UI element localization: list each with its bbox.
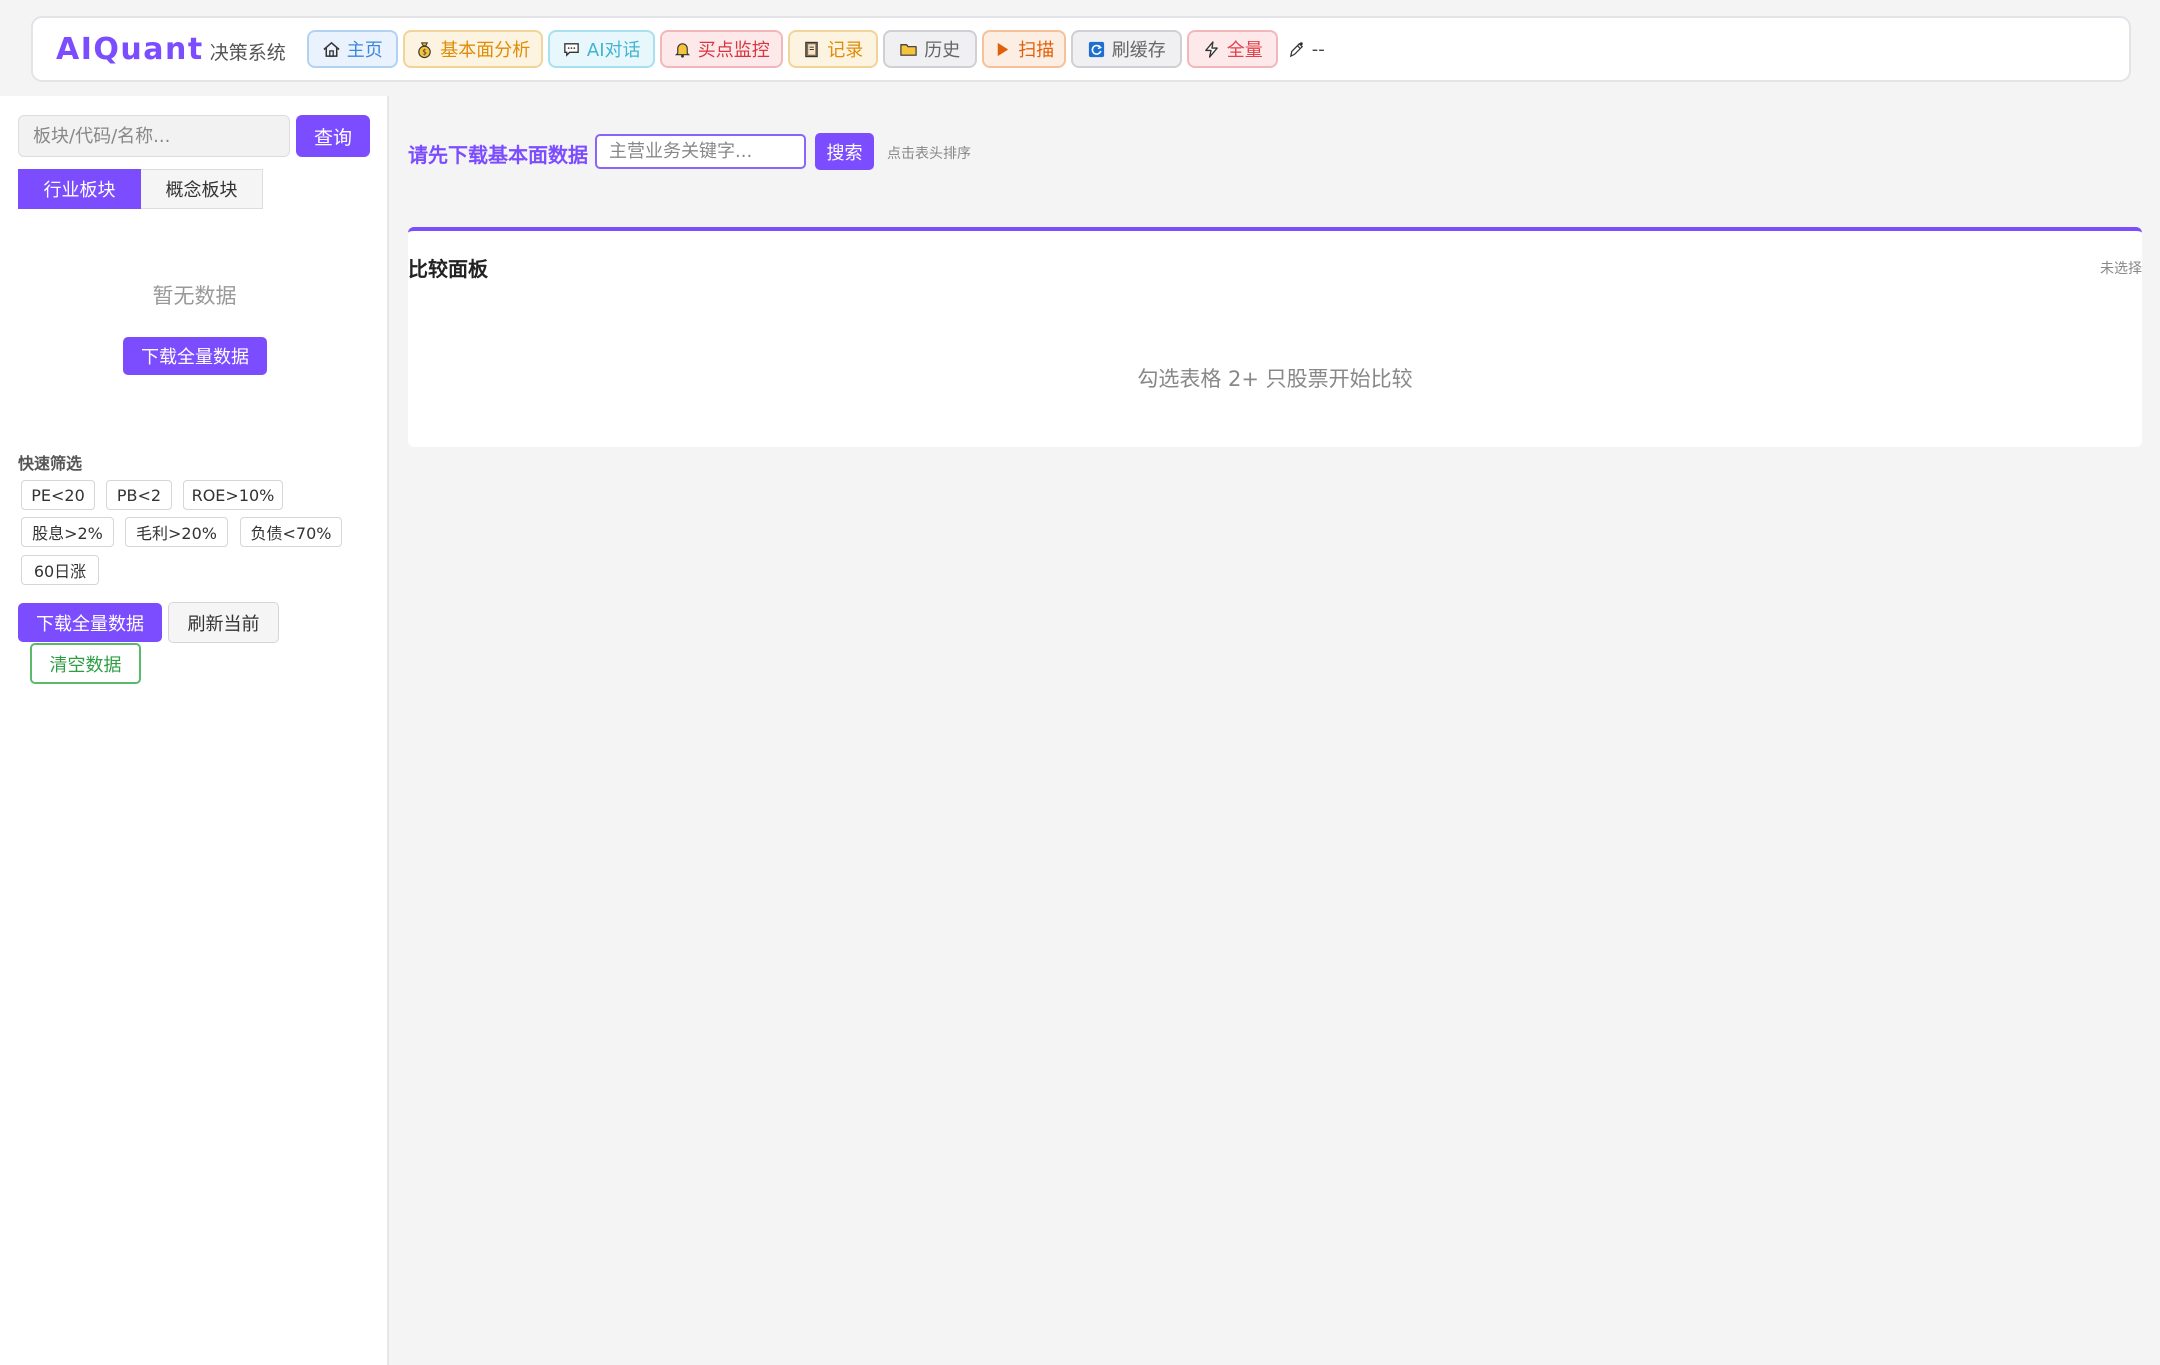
brand-subtitle: 决策系统 <box>209 41 286 64</box>
sector-tabs: 行业板块 概念板块 <box>18 169 263 209</box>
play-icon <box>997 42 1009 56</box>
folder-icon <box>900 43 917 56</box>
page-title: 请先下载基本面数据 <box>408 143 588 167</box>
nav-scan-button[interactable]: 扫描 <box>981 30 1066 68</box>
nav-fundamental-label: 基本面分析 <box>440 40 531 61</box>
lightning-icon <box>1204 40 1218 58</box>
money-bag-icon: $ <box>418 41 431 58</box>
nav-history-button[interactable]: 历史 <box>882 30 977 68</box>
filter-chip-debt[interactable]: 负债<70% <box>240 517 342 547</box>
nav-full-label: 全量 <box>1226 40 1263 61</box>
sector-search-input[interactable] <box>18 115 290 157</box>
brand: AIQuant 决策系统 <box>56 32 286 67</box>
refresh-icon <box>1088 41 1104 57</box>
compare-panel: 比较面板 未选择 勾选表格 2+ 只股票开始比较 <box>408 227 2142 447</box>
nav-ai-chat-button[interactable]: AI对话 <box>547 30 655 68</box>
tab-concept-sector[interactable]: 概念板块 <box>141 169 263 209</box>
status-text: -- <box>1311 38 1325 60</box>
top-navigation-bar: AIQuant 决策系统 主页 $ 基本面分析 AI对话 买点监控 记录 历史 … <box>31 16 2131 82</box>
filter-chip-dividend[interactable]: 股息>2% <box>21 517 114 547</box>
clear-data-button[interactable]: 清空数据 <box>30 643 141 684</box>
nav-buy-monitor-button[interactable]: 买点监控 <box>659 30 783 68</box>
nav-records-button[interactable]: 记录 <box>787 30 878 68</box>
empty-state-text: 暂无数据 <box>152 284 237 308</box>
nav-history-label: 历史 <box>924 40 961 61</box>
brand-name: AIQuant <box>56 31 204 67</box>
pen-icon <box>1289 41 1303 57</box>
home-icon <box>323 41 340 57</box>
chat-bubble-icon <box>564 42 579 57</box>
nav-fundamental-button[interactable]: $ 基本面分析 <box>402 30 543 68</box>
nav-scan-label: 扫描 <box>1018 40 1055 61</box>
compare-selection-state: 未选择 <box>2100 261 2142 277</box>
nav-home-button[interactable]: 主页 <box>306 30 398 68</box>
query-button[interactable]: 查询 <box>296 115 370 157</box>
filter-chip-roe[interactable]: ROE>10% <box>183 480 283 510</box>
nav-ai-chat-label: AI对话 <box>586 40 641 61</box>
nav-home-label: 主页 <box>346 40 383 61</box>
download-all-button[interactable]: 下载全量数据 <box>18 603 162 642</box>
notebook-icon <box>805 41 818 57</box>
status-indicator: -- <box>1287 39 1325 60</box>
nav-refresh-cache-label: 刷缓存 <box>1111 40 1166 61</box>
filter-chip-pb[interactable]: PB<2 <box>106 480 172 510</box>
svg-text:$: $ <box>422 47 427 56</box>
filter-chip-gross-margin[interactable]: 毛利>20% <box>125 517 228 547</box>
sidebar: 查询 行业板块 概念板块 暂无数据 下载全量数据 快速筛选 PE<20 PB<2… <box>0 96 389 1365</box>
download-data-button[interactable]: 下载全量数据 <box>123 337 267 375</box>
keyword-search-button[interactable]: 搜索 <box>815 133 874 170</box>
compare-panel-title: 比较面板 <box>408 257 488 281</box>
nav-refresh-cache-button[interactable]: 刷缓存 <box>1070 30 1182 68</box>
compare-empty-hint: 勾选表格 2+ 只股票开始比较 <box>1137 367 1413 391</box>
refresh-current-button[interactable]: 刷新当前 <box>168 602 279 643</box>
tab-industry-sector[interactable]: 行业板块 <box>18 169 141 209</box>
quick-filter-title: 快速筛选 <box>18 454 83 473</box>
nav-full-button[interactable]: 全量 <box>1186 30 1278 68</box>
sort-hint: 点击表头排序 <box>887 146 971 162</box>
nav-buy-monitor-label: 买点监控 <box>697 40 770 61</box>
nav-records-label: 记录 <box>827 40 864 61</box>
filter-chip-60d-gain[interactable]: 60日涨 <box>21 555 99 585</box>
filter-chip-pe[interactable]: PE<20 <box>21 480 95 510</box>
bell-icon <box>674 42 690 58</box>
keyword-search-input[interactable] <box>595 134 806 169</box>
